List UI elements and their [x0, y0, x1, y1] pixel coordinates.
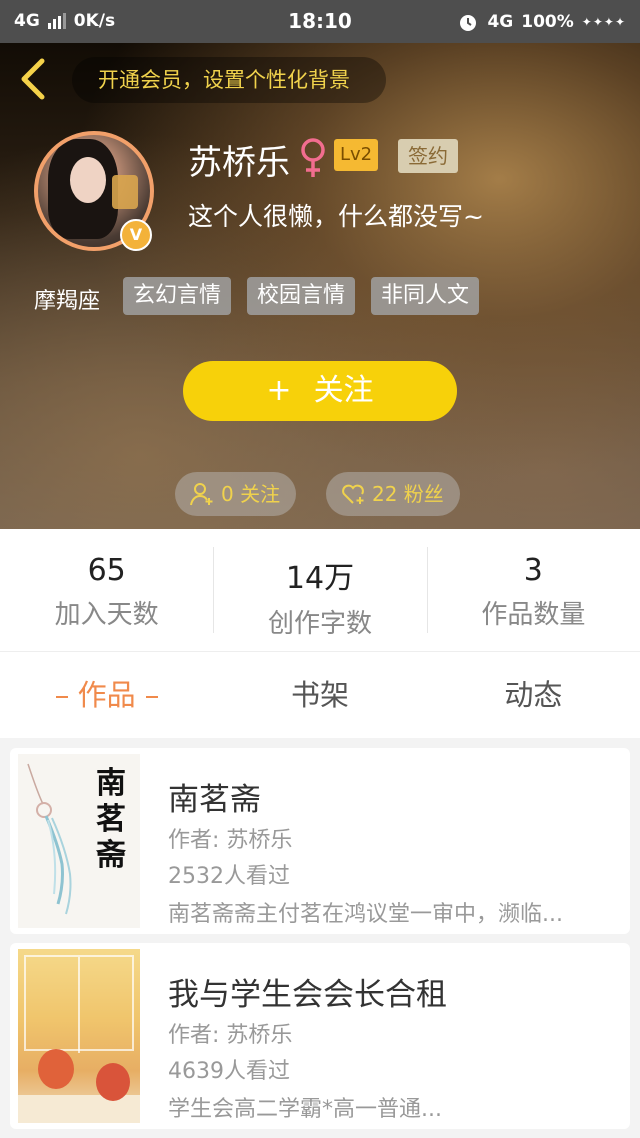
following-count-button[interactable]: 0 关注 [175, 472, 297, 516]
vip-background-banner[interactable]: 开通会员，设置个性化背景 [72, 57, 386, 103]
genre-tag[interactable]: 玄幻言情 [123, 277, 232, 315]
genre-tag[interactable]: 校园言情 [247, 277, 356, 315]
status-right: 4G 100% ✦✦✦✦ [457, 11, 626, 33]
work-author: 作者: 苏桥乐 [168, 828, 293, 853]
work-description: 南茗斋斋主付茗在鸿议堂一审中，濒临... [168, 902, 563, 927]
tab-works[interactable]: 作品 [0, 652, 213, 738]
level-badge: Lv2 [334, 139, 379, 171]
work-views: 4639人看过 [168, 1059, 290, 1084]
status-bar: 4G 0K/s 18:10 4G 100% ✦✦✦✦ [0, 0, 640, 43]
signed-author-badge: 签约 [398, 139, 458, 173]
tab-label: 书架 [290, 678, 349, 712]
tab-indicator [145, 696, 158, 698]
work-views: 2532人看过 [168, 864, 290, 889]
follow-button-label: 关注 [313, 373, 374, 408]
zodiac-label: 摩羯座 [34, 289, 101, 314]
tab-bookshelf[interactable]: 书架 [213, 652, 426, 738]
back-arrow-icon[interactable] [16, 57, 52, 101]
genre-tag[interactable]: 非同人文 [371, 277, 480, 315]
followers-count-button[interactable]: 22 粉丝 [326, 472, 460, 516]
following-count: 0 关注 [221, 482, 281, 506]
female-icon [301, 138, 325, 177]
work-author: 作者: 苏桥乐 [168, 1023, 293, 1048]
add-user-icon [190, 483, 213, 506]
genre-tags: 玄幻言情 校园言情 非同人文 [123, 277, 480, 315]
heart-plus-icon [342, 484, 364, 504]
stats-panel: 65 加入天数 14万 创作字数 3 作品数量 [0, 529, 640, 651]
tab-label: 动态 [504, 678, 563, 712]
work-title[interactable]: 南茗斋 [168, 774, 261, 819]
tab-activity[interactable]: 动态 [427, 652, 640, 738]
stat-label: 创作字数 [267, 609, 372, 639]
stat-word-count: 14万 创作字数 [213, 529, 426, 651]
stat-value: 65 [87, 553, 126, 588]
profile-tabs: 作品 书架 动态 [0, 651, 640, 738]
book-cover[interactable] [18, 949, 140, 1123]
tab-indicator [55, 696, 68, 698]
verified-badge-icon: V [120, 219, 152, 251]
stat-works-count: 3 作品数量 [426, 529, 640, 651]
stat-value: 14万 [285, 561, 355, 596]
sparkle-icon: ✦✦✦✦ [581, 15, 626, 29]
followers-count: 22 粉丝 [372, 482, 444, 506]
tab-label: 作品 [77, 678, 136, 712]
alarm-icon [460, 15, 477, 31]
battery-level: 100% [521, 12, 574, 32]
work-title[interactable]: 我与学生会会长合租 [168, 969, 447, 1014]
user-bio: 这个人很懒，什么都没写~ [188, 202, 484, 231]
work-card[interactable]: 南茗斋 南茗斋 作者: 苏桥乐 2532人看过 南茗斋斋主付茗在鸿议堂一审中，濒… [10, 748, 630, 934]
stat-label: 加入天数 [54, 600, 159, 630]
follow-button[interactable]: + 关注 [183, 361, 457, 421]
profile-header: 开通会员，设置个性化背景 V 苏桥乐 Lv2 签约 这个人很懒，什么都没写~ 摩… [0, 43, 640, 529]
username: 苏桥乐 [188, 143, 290, 183]
stat-label: 作品数量 [481, 600, 586, 630]
cover-title: 南茗斋 [96, 766, 126, 873]
work-description: 学生会高二学霸*高一普通... [168, 1097, 442, 1122]
plus-icon: + [266, 373, 292, 408]
network-indicator-right: 4G [487, 12, 514, 32]
stat-value: 3 [523, 553, 543, 588]
book-cover[interactable]: 南茗斋 [18, 754, 140, 928]
work-card[interactable]: 我与学生会会长合租 作者: 苏桥乐 4639人看过 学生会高二学霸*高一普通..… [10, 943, 630, 1129]
stat-join-days: 65 加入天数 [0, 529, 213, 651]
